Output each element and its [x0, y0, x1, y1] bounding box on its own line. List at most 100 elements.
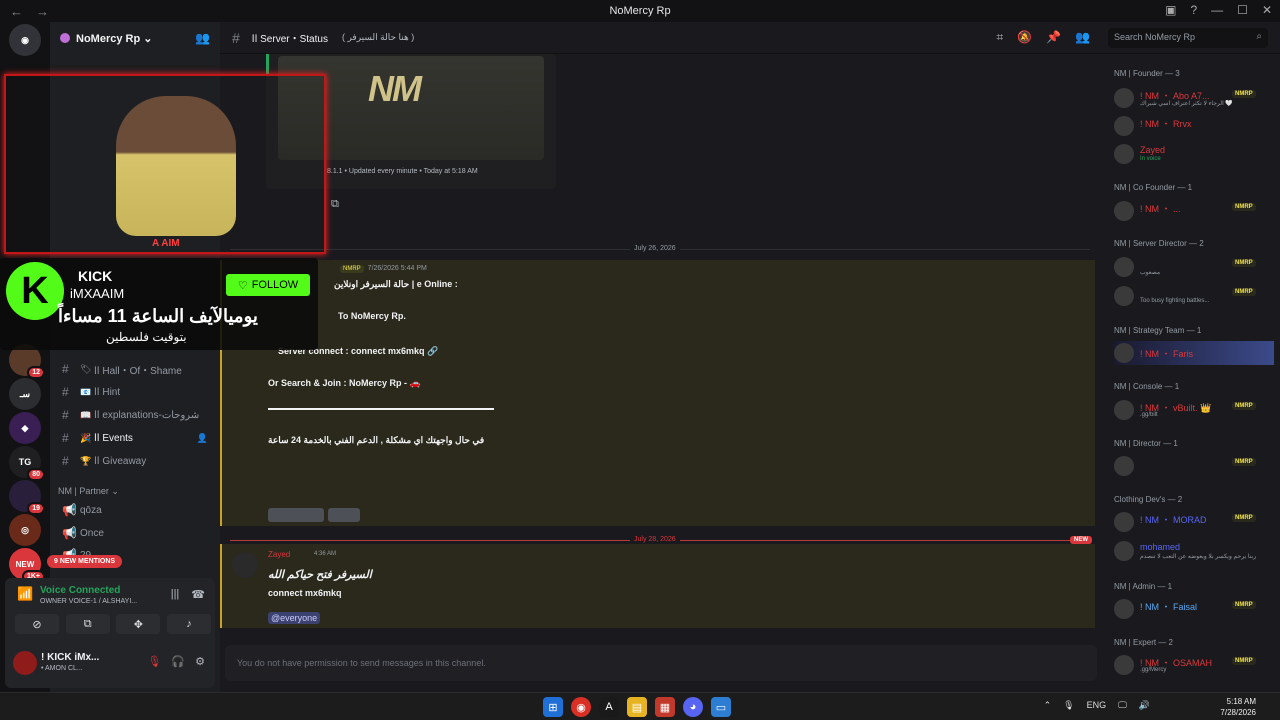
everyone-mention[interactable]: @everyone	[268, 612, 321, 624]
notifications-muted-icon[interactable]: 🔕	[1017, 30, 1032, 45]
invite-people-icon[interactable]: 👥	[195, 31, 210, 45]
noise-suppression-icon[interactable]: |||	[171, 588, 180, 601]
member-item[interactable]: ! NM ・ OSAMAH .gg/Mercy NMRP	[1114, 653, 1274, 677]
disconnect-icon[interactable]: ☎	[191, 588, 205, 601]
discord-home-icon[interactable]: ◉	[9, 24, 41, 56]
embed-button[interactable]	[268, 508, 324, 522]
camera-off-button[interactable]: ⊘	[15, 614, 59, 634]
category-partner[interactable]: NM | Partner ⌄	[58, 486, 119, 497]
signal-icon[interactable]: 📶	[17, 586, 33, 602]
volume-icon[interactable]: 🔊	[1139, 700, 1150, 711]
message-author[interactable]: Zayed	[268, 550, 290, 559]
member-list: NM | Founder — 3 ! NM ・ Abo A7... الرجاء …	[1100, 54, 1280, 692]
user-status: • AMON CL...	[41, 665, 83, 672]
inbox-icon[interactable]: ▣	[1165, 3, 1176, 17]
server-logo: NM	[368, 68, 422, 109]
server-icon[interactable]: 19	[9, 480, 45, 515]
settings-gear-icon[interactable]: ⚙	[195, 655, 205, 668]
pin-icon[interactable]: 📌	[1046, 30, 1061, 45]
member-item[interactable]: ! NM ・ Faris	[1114, 341, 1274, 365]
new-mentions-pill[interactable]: 9 NEW MENTIONS	[47, 555, 123, 568]
external-link-icon[interactable]: ⧉	[331, 198, 339, 211]
role-header: Clothing Dev's — 2	[1114, 495, 1183, 504]
notepad-icon[interactable]: ▭	[711, 697, 731, 717]
app-icon[interactable]: ▦	[655, 697, 675, 717]
activities-button[interactable]: ✥	[116, 614, 161, 634]
member-item[interactable]: NMRP	[1114, 454, 1274, 478]
avatar	[1114, 88, 1134, 108]
close-button[interactable]: ✕	[1262, 3, 1272, 17]
new-server-badge[interactable]: NEW 1K+	[9, 548, 45, 583]
chevron-up-icon[interactable]: ⌃	[1044, 700, 1052, 711]
embed-footer: 8.1.1 • Updated every minute • Today at …	[327, 168, 478, 175]
member-item[interactable]: Too busy fighting battles... NMRP	[1114, 284, 1274, 308]
member-item[interactable]: Zayed In voice	[1114, 142, 1274, 166]
channel-hint[interactable]: # 📧 اا Hint	[58, 382, 214, 402]
threads-icon[interactable]: ⌗	[996, 30, 1003, 45]
role-header: NM | Server Director — 2	[1114, 239, 1204, 248]
screen-share-button[interactable]: ⧉	[65, 614, 110, 634]
new-tag: NEW	[1070, 536, 1092, 544]
avatar	[1114, 512, 1134, 532]
channel-giveaway[interactable]: # 🏆 اا Giveaway	[58, 451, 214, 471]
add-member-icon[interactable]: 👤	[197, 433, 208, 444]
channel-events[interactable]: # 🎉 اا Events 👤	[58, 428, 214, 448]
role-header: NM | Director — 1	[1114, 439, 1178, 448]
member-item[interactable]: مصعوب NMRP	[1114, 255, 1274, 279]
megaphone-icon: 📢	[62, 503, 77, 517]
chrome-icon[interactable]: ◉	[571, 697, 591, 717]
member-item[interactable]: ! NM ・ Faisal NMRP	[1114, 597, 1274, 621]
soundboard-button[interactable]: ♪	[166, 614, 211, 634]
file-explorer-icon[interactable]: ▤	[627, 697, 647, 717]
network-icon[interactable]: 🖵	[1118, 700, 1127, 711]
role-header: NM | Strategy Team — 1	[1114, 326, 1202, 335]
maximize-button[interactable]: ☐	[1237, 3, 1248, 17]
discord-icon[interactable]: ◕	[683, 697, 703, 717]
avatar	[1114, 456, 1134, 476]
start-icon[interactable]: ⊞	[543, 697, 563, 717]
voice-channel-name[interactable]: OWNER VOICE-1 / ALSHAYI...	[40, 598, 137, 605]
timestamp: 4:36 AM	[314, 551, 337, 557]
server-icon[interactable]: TG 80	[9, 446, 45, 481]
avatar[interactable]	[13, 651, 37, 675]
server-header[interactable]: NoMercy Rp ⌄ 👥	[50, 22, 220, 54]
channel-topic[interactable]: ( هنا حالة السيرفر )	[342, 32, 414, 43]
deafen-icon[interactable]: 🎧	[171, 655, 185, 668]
member-item[interactable]: ! NM ・ vBuilt. 👑 .gg/bilt NMRP	[1114, 398, 1274, 422]
avatar	[1114, 257, 1134, 277]
channel-partner-qoza[interactable]: 📢 qōza	[58, 500, 214, 520]
channel-hall-of-shame[interactable]: # 🏷 اا Hall・Of・Shame	[58, 359, 214, 379]
avatar[interactable]	[232, 552, 258, 578]
date-divider-label: July 28, 2026	[630, 536, 680, 543]
minimize-button[interactable]: —	[1211, 3, 1223, 17]
member-list-icon[interactable]: 👥	[1075, 30, 1090, 45]
avatar	[1114, 541, 1134, 561]
channel-partner-once[interactable]: 📢 Once	[58, 523, 214, 543]
embed-button[interactable]	[328, 508, 360, 522]
schedule-text: يوميالآيف الساعة 11 مساءاً	[58, 306, 258, 326]
clock[interactable]: 5:18 AM 7/28/2026	[1220, 696, 1256, 718]
language-indicator[interactable]: ENG	[1087, 700, 1107, 711]
search-input[interactable]: Search NoMercy Rp ⌕	[1108, 28, 1268, 48]
member-item[interactable]: ! NM ・ MORAD NMRP	[1114, 510, 1274, 534]
mic-icon[interactable]: 🎙	[1063, 700, 1074, 711]
member-item[interactable]: ! NM ・ ... NMRP	[1114, 199, 1274, 223]
message-text: connect mx6mkq	[268, 588, 342, 598]
help-icon[interactable]: ?	[1190, 3, 1197, 17]
server-icon[interactable]: سـ	[9, 378, 41, 410]
channel-name: اا Server・Status	[251, 34, 328, 45]
server-icon[interactable]: ◆	[9, 412, 41, 444]
heart-icon: ♡	[237, 279, 248, 292]
member-item[interactable]: mohamed ربنا يرحم ويكسر بلا ويعوضه عن الت…	[1114, 539, 1274, 563]
role-tag: NMRP	[340, 265, 364, 273]
follow-button[interactable]: ♡ FOLLOW	[226, 274, 310, 296]
member-item[interactable]: ! NM ・ Abo A7... الرجاء لا تكثر اعتراف اس…	[1114, 86, 1274, 110]
channel-explanations[interactable]: # 📖 اا explanations-شروحات	[58, 405, 214, 425]
member-item[interactable]: ! NM ・ Rrvx	[1114, 114, 1274, 138]
kick-stream-overlay: K KICK iMXAAIM ♡ FOLLOW يوميالآيف الساعة …	[0, 258, 318, 350]
server-icon[interactable]: ◎	[9, 514, 41, 546]
windows-taskbar: ⊞ ◉ A ▤ ▦ ◕ ▭ ⌃ 🎙 ENG 🖵 🔊 5:18 AM 7/28/2…	[0, 692, 1280, 720]
mic-muted-icon[interactable]: 🎙	[147, 655, 161, 668]
message-list: NM 8.1.1 • Updated every minute • Today …	[220, 54, 1100, 632]
app-icon[interactable]: A	[599, 697, 619, 717]
